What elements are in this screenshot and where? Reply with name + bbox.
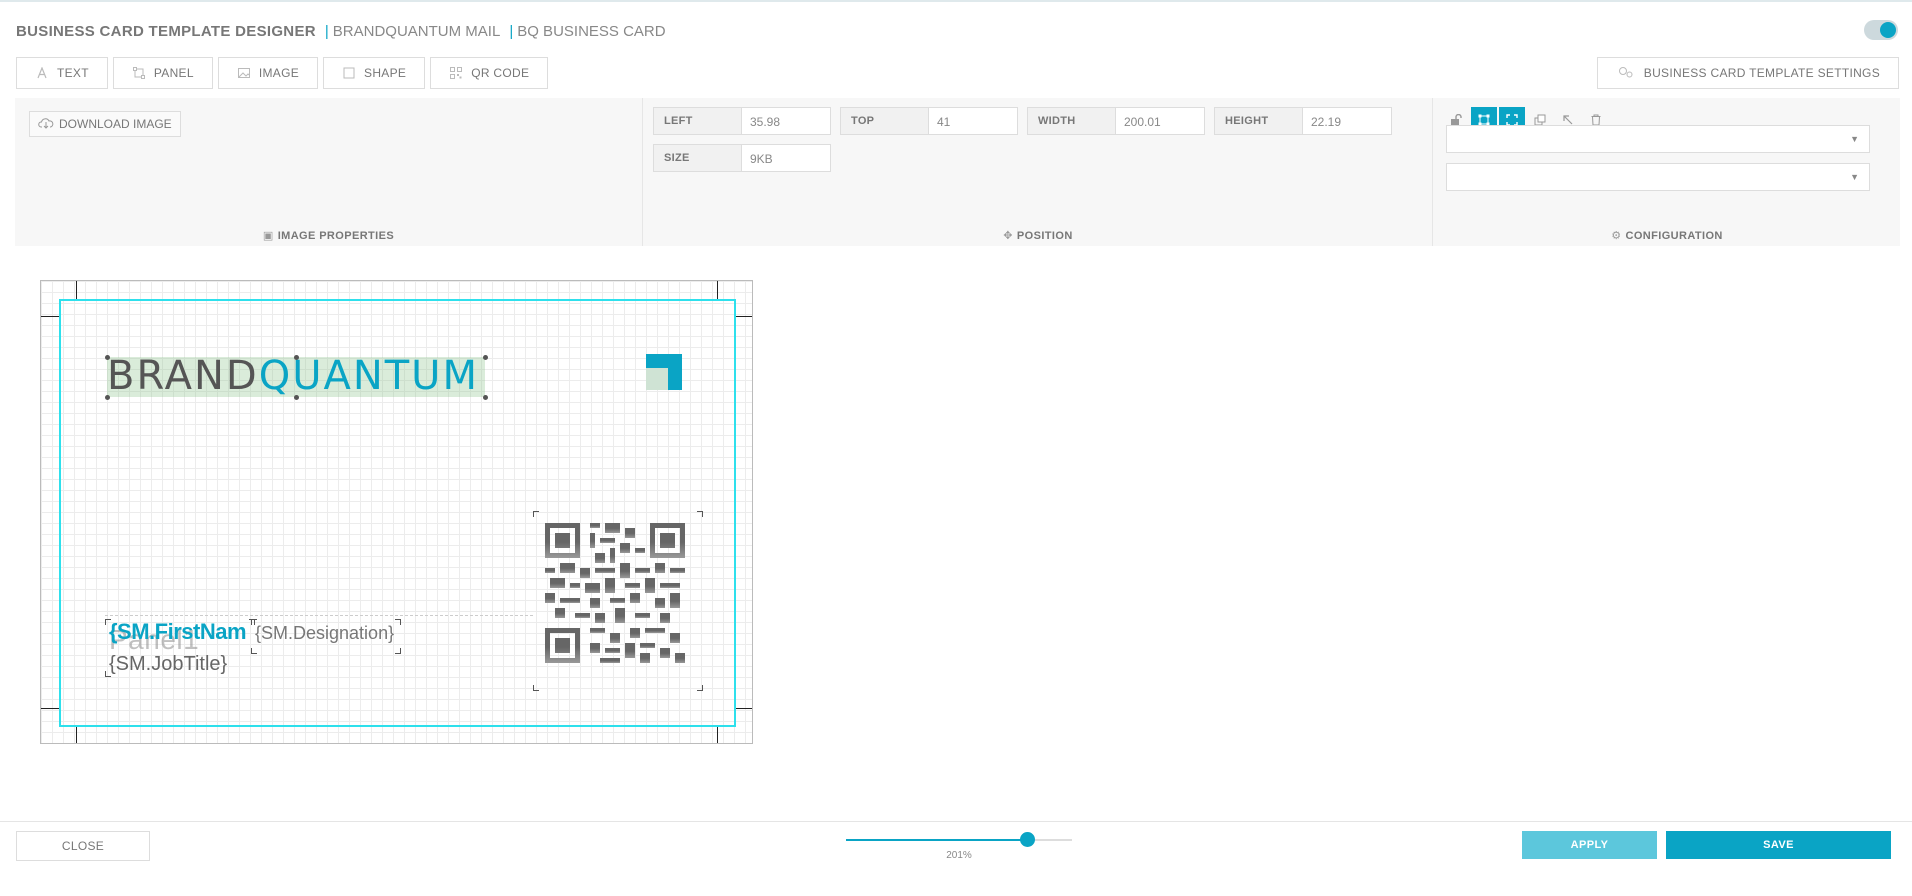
configuration-select-2[interactable]: ▼: [1446, 163, 1870, 191]
app-title: BUSINESS CARD TEMPLATE DESIGNER: [16, 22, 316, 40]
add-image-button[interactable]: IMAGE: [217, 57, 319, 89]
job-title-field[interactable]: {SM.JobTitle}: [109, 653, 227, 676]
configuration-select-1[interactable]: ▼: [1446, 125, 1870, 153]
brand-logo[interactable]: BRANDQUANTUM: [107, 356, 479, 396]
logo-quantum-text: QUANTUM: [258, 353, 479, 399]
size-field: SIZE 9KB: [653, 144, 831, 172]
crop-mark: [41, 708, 59, 709]
template-settings-label: BUSINESS CARD TEMPLATE SETTINGS: [1643, 66, 1880, 80]
gears-icon: ⚙: [1611, 230, 1622, 242]
left-label: LEFT: [654, 108, 742, 134]
text-icon: [35, 66, 49, 80]
top-field: TOP 41: [840, 107, 1018, 135]
crop-mark: [736, 316, 752, 317]
top-input[interactable]: 41: [929, 108, 1017, 134]
zoom-label: 201%: [946, 850, 972, 861]
qr-code-image: [545, 523, 685, 663]
cloud-download-icon: [38, 117, 54, 132]
crop-mark: [41, 316, 59, 317]
add-qr-code-label: QR CODE: [471, 66, 530, 80]
toggle-knob: [1880, 22, 1896, 38]
qr-code-icon: [449, 66, 463, 80]
height-field: HEIGHT 22.19: [1214, 107, 1392, 135]
add-shape-button[interactable]: SHAPE: [323, 57, 426, 89]
configuration-heading: ⚙ CONFIGURATION: [1611, 230, 1723, 242]
position-section: LEFT 35.98 TOP 41 WIDTH 200.01 HEIGHT 22…: [644, 98, 1433, 246]
breadcrumb-separator: |: [324, 22, 329, 40]
size-value: 9KB: [742, 145, 830, 171]
move-icon: ✥: [1003, 230, 1013, 242]
add-qr-code-button[interactable]: QR CODE: [430, 57, 549, 89]
apply-button[interactable]: APPLY: [1522, 831, 1657, 859]
gears-icon: [1618, 66, 1634, 81]
image-icon: ▣: [262, 230, 274, 242]
add-shape-label: SHAPE: [364, 66, 407, 80]
add-panel-label: PANEL: [153, 66, 194, 80]
add-image-label: IMAGE: [258, 66, 300, 80]
designation-field[interactable]: {SM.Designation}: [255, 623, 394, 644]
design-canvas[interactable]: BRANDQUANTUM Panel1 {SM.FirstNam {SM.Des…: [40, 280, 753, 744]
text-panel-guide: [105, 615, 533, 617]
resize-handle[interactable]: [294, 395, 299, 400]
breadcrumb-item[interactable]: BQ BUSINESS CARD: [517, 23, 665, 40]
crop-mark: [717, 281, 718, 299]
first-name-field[interactable]: {SM.FirstNam: [109, 619, 247, 645]
corner-image[interactable]: [646, 354, 682, 390]
zoom-fill: [846, 839, 1027, 841]
close-button[interactable]: CLOSE: [16, 831, 150, 861]
resize-handle[interactable]: [105, 355, 110, 360]
panel-icon: [132, 66, 146, 80]
width-field: WIDTH 200.01: [1027, 107, 1205, 135]
header: BUSINESS CARD TEMPLATE DESIGNER | BRANDQ…: [16, 20, 666, 42]
width-input[interactable]: 200.01: [1116, 108, 1204, 134]
crop-mark: [717, 727, 718, 743]
image-icon: [237, 66, 251, 80]
position-heading: ✥ POSITION: [1003, 230, 1073, 242]
breadcrumb-item[interactable]: BRANDQUANTUM MAIL: [333, 23, 501, 40]
zoom-thumb[interactable]: [1019, 832, 1035, 847]
shape-icon: [342, 66, 356, 80]
add-panel-button[interactable]: PANEL: [112, 57, 213, 89]
width-label: WIDTH: [1028, 108, 1116, 134]
top-label: TOP: [841, 108, 929, 134]
add-text-button[interactable]: TEXT: [16, 57, 108, 89]
resize-handle[interactable]: [105, 395, 110, 400]
resize-handle[interactable]: [294, 355, 299, 360]
resize-handle[interactable]: [483, 355, 488, 360]
crop-mark: [736, 708, 752, 709]
crop-mark: [76, 727, 77, 743]
mode-toggle[interactable]: [1864, 20, 1898, 40]
properties-panel: DOWNLOAD IMAGE ▣ IMAGE PROPERTIES LEFT 35…: [15, 98, 1900, 246]
template-settings-button[interactable]: BUSINESS CARD TEMPLATE SETTINGS: [1596, 57, 1899, 89]
element-toolbar: TEXT PANEL IMAGE SHAPE QR CODE: [16, 57, 549, 89]
add-text-label: TEXT: [57, 66, 89, 80]
height-input[interactable]: 22.19: [1303, 108, 1391, 134]
image-properties-section: DOWNLOAD IMAGE ▣ IMAGE PROPERTIES: [15, 98, 643, 246]
breadcrumb-separator: |: [509, 22, 514, 40]
download-image-label: DOWNLOAD IMAGE: [59, 117, 172, 131]
download-image-button[interactable]: DOWNLOAD IMAGE: [29, 111, 181, 137]
size-label: SIZE: [654, 145, 742, 171]
footer-divider: [0, 821, 1912, 822]
chevron-down-icon: ▼: [1850, 172, 1859, 182]
qr-code-element[interactable]: [533, 511, 703, 691]
save-button[interactable]: SAVE: [1666, 831, 1891, 859]
image-properties-heading: ▣ IMAGE PROPERTIES: [262, 230, 395, 242]
logo-brand-text: BRAND: [107, 353, 259, 399]
crop-mark: [76, 281, 77, 299]
height-label: HEIGHT: [1215, 108, 1303, 134]
left-input[interactable]: 35.98: [742, 108, 830, 134]
chevron-down-icon: ▼: [1850, 134, 1859, 144]
left-field: LEFT 35.98: [653, 107, 831, 135]
configuration-section: ▼ ▼ ⚙ CONFIGURATION: [1434, 98, 1900, 246]
resize-handle[interactable]: [483, 395, 488, 400]
